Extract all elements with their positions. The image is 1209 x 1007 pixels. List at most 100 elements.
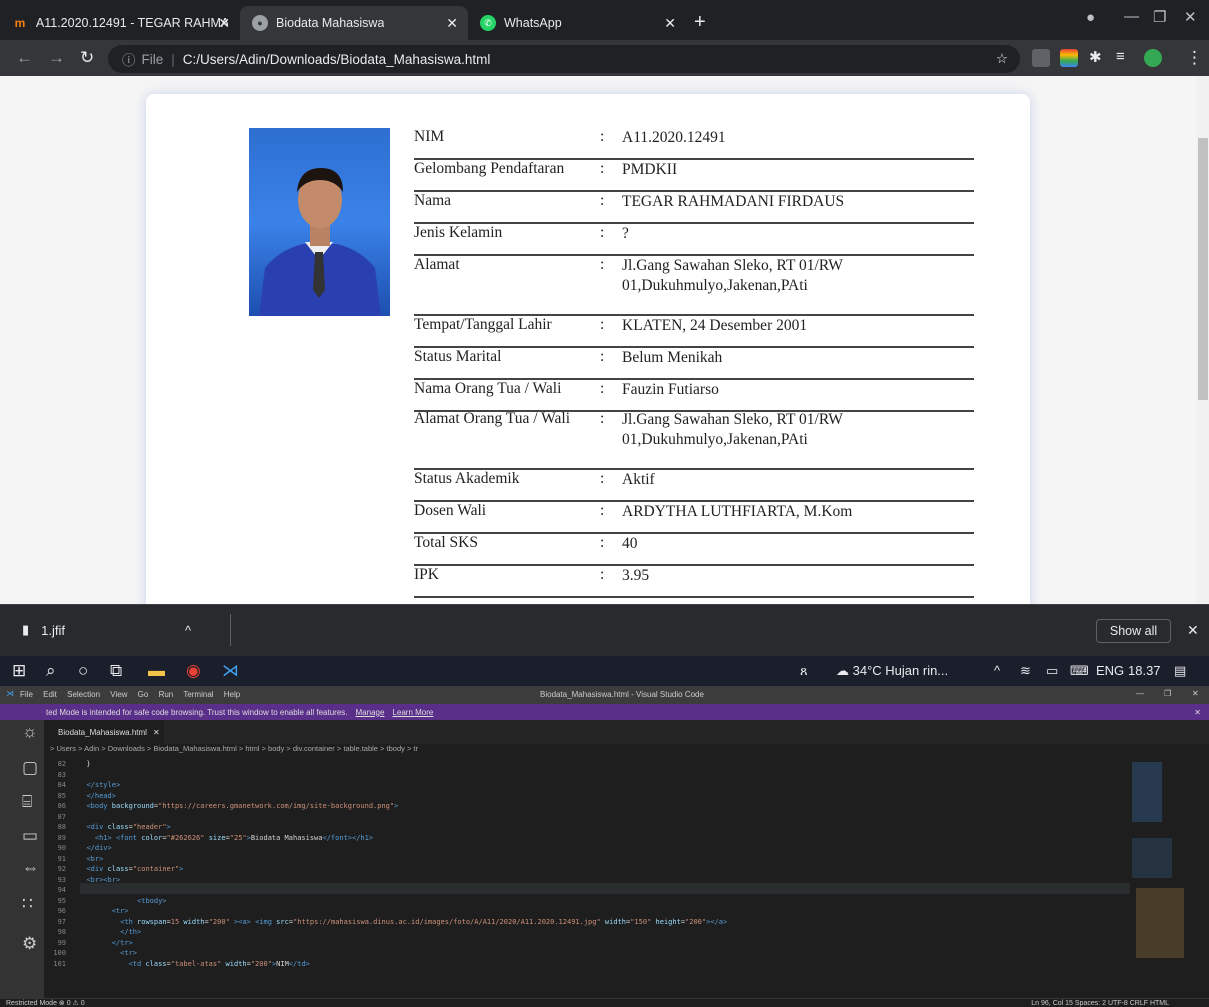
chevron-up-icon[interactable]: ^: [185, 623, 191, 638]
tray-chevron-icon[interactable]: ^: [994, 663, 1000, 678]
code-line[interactable]: 100 <tr>: [44, 949, 137, 959]
minimap[interactable]: [1130, 758, 1190, 998]
whatsapp-icon: ✆: [480, 15, 496, 31]
task-view-icon[interactable]: ⧉: [110, 661, 122, 681]
code-line[interactable]: 95 <tbody>: [44, 897, 167, 907]
close-window-button[interactable]: ✕: [1184, 8, 1197, 26]
vscode-close-button[interactable]: ✕: [1192, 689, 1199, 698]
row-value: TEGAR RAHMADANI FIRDAUS: [622, 193, 845, 210]
code-line[interactable]: 99 </tr>: [44, 939, 133, 949]
file-explorer-icon[interactable]: ▬: [148, 661, 165, 681]
restricted-mode-banner: ted Mode is intended for safe code brows…: [0, 704, 1209, 720]
close-icon[interactable]: ✕: [664, 15, 676, 32]
menu-kebab-icon[interactable]: ⋮: [1186, 48, 1203, 68]
reading-list-icon[interactable]: ≡: [1116, 48, 1125, 65]
code-line[interactable]: 90 </div>: [44, 844, 112, 854]
people-icon[interactable]: ጸ: [800, 663, 808, 679]
search-icon[interactable]: ⌕: [46, 661, 56, 681]
run-debug-icon[interactable]: ▭: [22, 826, 38, 846]
banner-manage-link[interactable]: Manage: [356, 708, 385, 717]
chrome-icon[interactable]: ◉: [186, 661, 201, 681]
code-line[interactable]: 86 <body background="https://careers.gma…: [44, 802, 399, 812]
wifi-icon[interactable]: ≋: [1020, 663, 1031, 679]
keyboard-icon[interactable]: ⌨: [1070, 663, 1089, 679]
row-separator: :: [600, 160, 605, 177]
minimize-button[interactable]: —: [1124, 8, 1139, 25]
info-icon: ⓘ: [122, 53, 136, 68]
scrollbar-thumb[interactable]: [1198, 138, 1208, 400]
profile-icon[interactable]: ●: [1086, 9, 1095, 26]
tab-label: WhatsApp: [504, 16, 562, 30]
vscode-menubar[interactable]: File Edit Selection View Go Run Terminal…: [20, 690, 240, 699]
show-all-button[interactable]: Show all: [1096, 619, 1171, 643]
close-icon[interactable]: ✕: [218, 15, 230, 32]
tab-biodata[interactable]: ● Biodata Mahasiswa ✕: [240, 6, 468, 40]
row-label: Alamat: [414, 256, 460, 273]
code-line[interactable]: 84 </style>: [44, 781, 121, 791]
code-line[interactable]: 82 }: [44, 760, 91, 770]
settings-sun-icon[interactable]: ☼: [22, 722, 38, 742]
profile-avatar-icon[interactable]: [1144, 49, 1162, 67]
row-separator: :: [600, 316, 605, 333]
clock[interactable]: 18.37: [1128, 663, 1161, 678]
forward-arrow-icon[interactable]: →: [48, 48, 65, 68]
code-line[interactable]: 96 <tr>: [44, 907, 129, 917]
tab-whatsapp[interactable]: ✆ WhatsApp ✕: [468, 6, 686, 40]
code-line[interactable]: 89 <h1> <font color="#262626" size="25">…: [44, 834, 374, 844]
row-value: 40: [622, 535, 638, 552]
rainbow-extension-icon[interactable]: [1060, 49, 1078, 67]
language-indicator[interactable]: ENG: [1096, 663, 1124, 678]
manage-gear-icon[interactable]: ⚙: [22, 934, 37, 954]
close-icon[interactable]: ✕: [446, 15, 458, 32]
close-icon[interactable]: ✕: [153, 728, 160, 737]
code-line[interactable]: 97 <th rowspan=15 width="200" ><a> <img …: [44, 918, 728, 928]
back-arrow-icon[interactable]: ←: [16, 48, 33, 68]
banner-learn-more-link[interactable]: Learn More: [392, 708, 433, 717]
vscode-restore-button[interactable]: ❐: [1164, 689, 1171, 698]
row-value: PMDKII: [622, 161, 678, 178]
extension-icon[interactable]: [1032, 49, 1050, 67]
row-value: Fauzin Futiarso: [622, 381, 719, 398]
code-line[interactable]: 85 </head>: [44, 792, 116, 802]
new-tab-button[interactable]: +: [694, 11, 706, 34]
address-bar[interactable]: ⓘ File | C:/Users/Adin/Downloads/Biodata…: [108, 45, 1020, 73]
code-line[interactable]: 101 <td class="tabel-atas" width="200">N…: [44, 960, 310, 970]
code-line[interactable]: 92 <div class="container">: [44, 865, 184, 875]
download-item[interactable]: ▮ 1.jfif ^: [22, 622, 191, 638]
status-right[interactable]: Ln 96, Col 15 Spaces: 2 UTF-8 CRLF HTML: [1031, 1000, 1169, 1007]
puzzle-icon[interactable]: ✱: [1089, 48, 1102, 66]
code-line[interactable]: 91 <br>: [44, 855, 104, 865]
cortana-icon[interactable]: ○: [78, 661, 88, 681]
reload-icon[interactable]: ↻: [80, 48, 94, 68]
code-line[interactable]: 88 <div class="header">: [44, 823, 171, 833]
weather-widget[interactable]: ☁ 34°C Hujan rin...: [836, 663, 948, 679]
row-label: Dosen Wali: [414, 502, 487, 519]
row-label: NIM: [414, 128, 445, 145]
code-line[interactable]: 98 </th>: [44, 928, 142, 938]
editor-tab[interactable]: Biodata_Mahasiswa.html ✕: [44, 720, 164, 744]
explorer-icon[interactable]: ▢: [22, 758, 38, 778]
row-value: Jl.Gang Sawahan Sleko, RT 01/RW 01,Dukuh…: [622, 257, 843, 294]
notification-icon[interactable]: ▤: [1174, 663, 1186, 679]
vscode-icon[interactable]: ⋊: [222, 661, 239, 681]
tab-moodle[interactable]: m A11.2020.12491 - TEGAR RAHMA ✕: [0, 6, 240, 40]
extensions-icon[interactable]: ∷: [22, 894, 33, 914]
code-line[interactable]: 83: [44, 771, 78, 781]
bookmark-star-icon[interactable]: ☆: [996, 51, 1008, 67]
source-control-icon[interactable]: ⌸: [22, 792, 32, 812]
close-download-bar-icon[interactable]: ✕: [1187, 622, 1199, 639]
row-label: Total SKS: [414, 534, 478, 551]
current-line-highlight: [80, 883, 1130, 894]
restore-button[interactable]: ❐: [1153, 8, 1166, 26]
breadcrumb[interactable]: > Users > Adin > Downloads > Biodata_Mah…: [44, 744, 1209, 758]
code-line[interactable]: 87: [44, 813, 78, 823]
banner-close-icon[interactable]: ✕: [1194, 708, 1201, 717]
row-value: Belum Menikah: [622, 349, 723, 366]
row-separator: :: [600, 566, 605, 583]
windows-start-icon[interactable]: ⊞: [12, 661, 26, 681]
code-editor[interactable]: 82 } 83 84 </style> 85 </head> 86 <body back…: [44, 758, 1209, 998]
battery-icon[interactable]: ▭: [1046, 663, 1058, 679]
remote-icon[interactable]: ⇔: [22, 858, 39, 878]
status-left[interactable]: Restricted Mode ⊗ 0 ⚠ 0: [6, 999, 85, 1007]
vscode-minimize-button[interactable]: —: [1136, 689, 1144, 698]
